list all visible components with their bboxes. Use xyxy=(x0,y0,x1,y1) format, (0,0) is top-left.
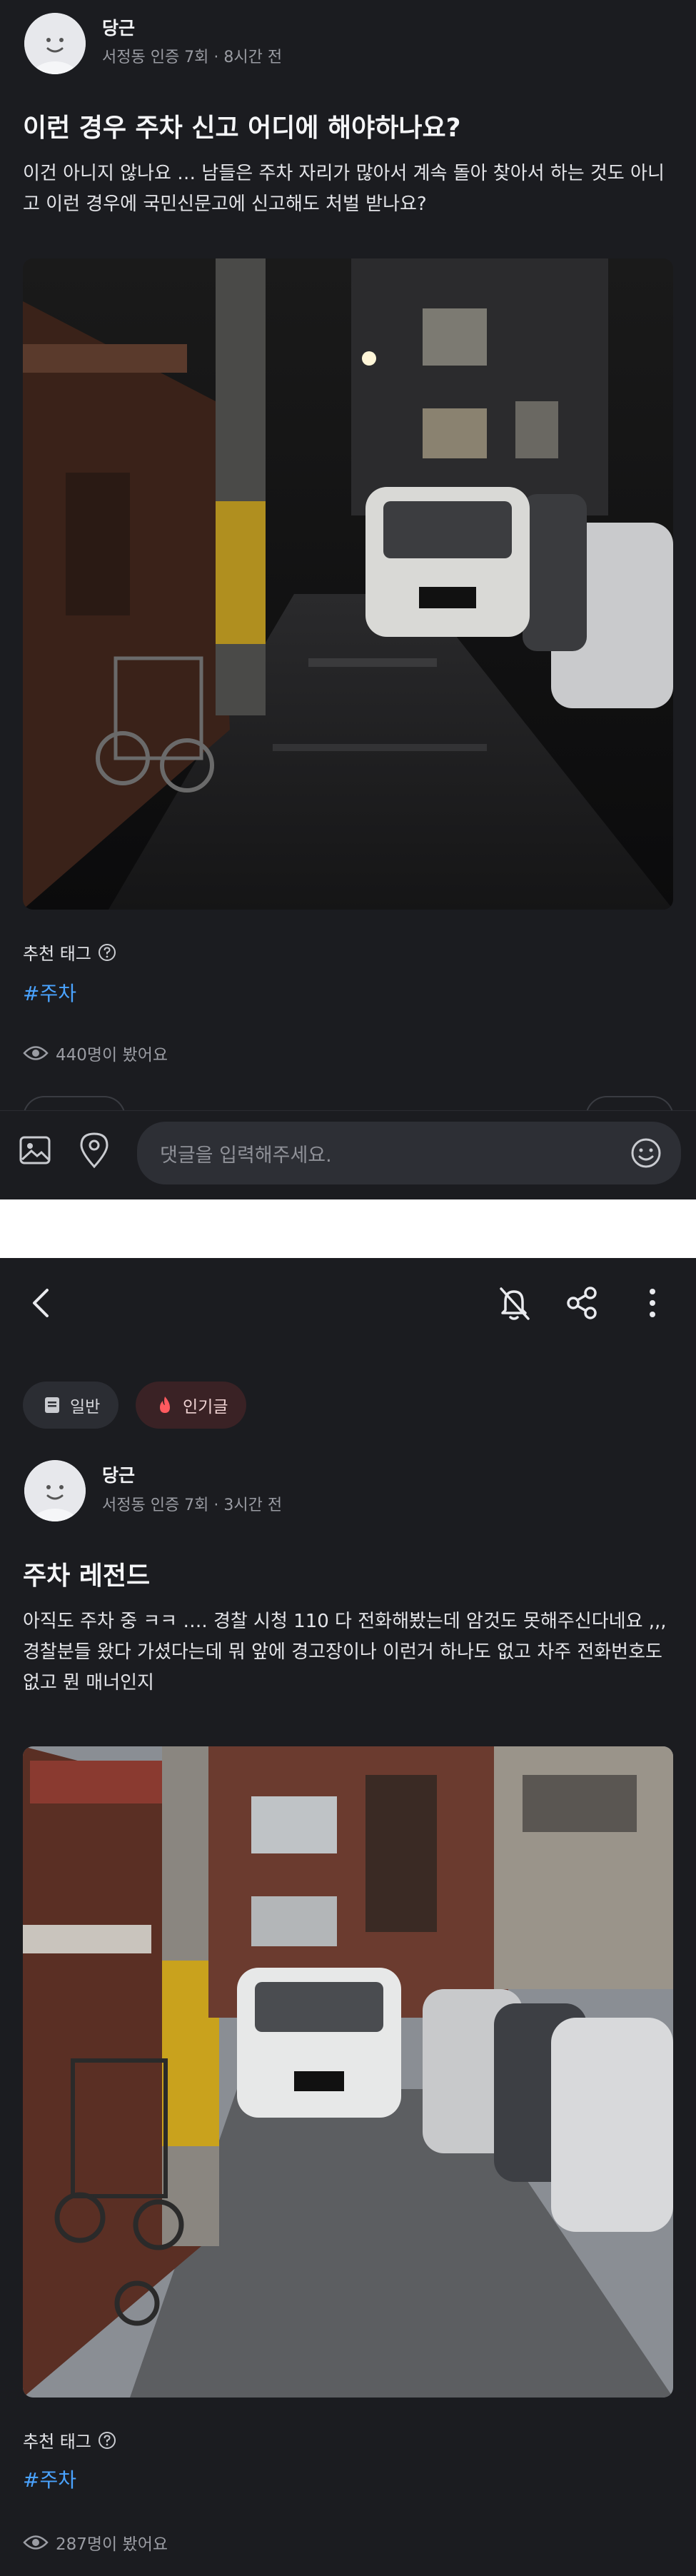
location-pin-icon xyxy=(80,1132,109,1169)
avatar-face-icon xyxy=(24,13,86,74)
post-photo[interactable] xyxy=(23,1746,673,2398)
bell-off-icon xyxy=(500,1287,530,1320)
photo-night-alley xyxy=(23,258,673,910)
view-count-text: 440명이 봤어요 xyxy=(56,1046,168,1065)
screenshot-divider xyxy=(0,1199,696,1258)
post-body: 아직도 주차 중 ㅋㅋ …. 경찰 시청 110 다 전화해봤는데 암것도 못해… xyxy=(23,1611,667,1694)
question-circle-icon[interactable] xyxy=(97,942,117,962)
category-chip-general[interactable]: 일반 xyxy=(23,1382,119,1429)
eye-icon xyxy=(23,1046,49,1060)
view-count: 440명이 봤어요 xyxy=(23,1041,168,1065)
hashtag-link[interactable]: #주차 xyxy=(23,2465,76,2493)
comment-bar: 댓글을 입력해주세요. xyxy=(0,1110,696,1197)
author-meta: 서정동 인증 7회 · 8시간 전 xyxy=(102,49,283,66)
author-avatar[interactable] xyxy=(24,13,86,74)
question-circle-icon[interactable] xyxy=(97,2430,117,2450)
chip-general-label: 일반 xyxy=(70,1398,101,1417)
notification-off-button[interactable] xyxy=(493,1282,535,1324)
author-meta: 서정동 인증 7회 · 3시간 전 xyxy=(102,1496,283,1514)
post-title: 이런 경우 주차 신고 어디에 해야하나요? xyxy=(23,114,461,143)
recommended-tag-label: 추천 태그 xyxy=(23,2427,117,2452)
photo-day-alley xyxy=(23,1746,673,2398)
hashtag-link[interactable]: #주차 xyxy=(23,978,76,1007)
location-button[interactable] xyxy=(75,1129,114,1171)
avatar-face-icon xyxy=(24,1460,86,1521)
share-icon xyxy=(567,1287,597,1319)
gallery-button[interactable] xyxy=(16,1131,54,1169)
view-count: 287명이 봤어요 xyxy=(23,2530,168,2555)
recommended-tag-label: 추천 태그 xyxy=(23,940,117,965)
post-title: 주차 레전드 xyxy=(23,1561,151,1591)
author-name[interactable]: 당근 xyxy=(102,14,135,40)
chip-popular-label: 인기글 xyxy=(183,1398,228,1417)
author-avatar[interactable] xyxy=(24,1460,86,1521)
more-button[interactable] xyxy=(631,1282,674,1324)
post-body: 이건 아니지 않나요 … 남들은 주차 자리가 많아서 계속 돌아 찾아서 하는… xyxy=(23,163,665,215)
share-button[interactable] xyxy=(560,1282,603,1324)
post-photo[interactable] xyxy=(23,258,673,910)
author-name[interactable]: 당근 xyxy=(102,1461,135,1487)
comment-placeholder: 댓글을 입력해주세요. xyxy=(160,1144,332,1167)
recommended-tag-text: 추천 태그 xyxy=(23,944,91,964)
smile-icon[interactable] xyxy=(628,1135,664,1171)
document-icon xyxy=(45,1397,59,1413)
recommended-tag-text: 추천 태그 xyxy=(23,2432,91,2452)
comment-input[interactable]: 댓글을 입력해주세요. xyxy=(137,1122,681,1184)
eye-icon xyxy=(23,2535,49,2550)
image-icon xyxy=(19,1136,51,1164)
back-button[interactable] xyxy=(20,1282,63,1324)
more-vertical-icon xyxy=(650,1289,655,1317)
view-count-text: 287명이 봤어요 xyxy=(56,2535,168,2554)
chevron-left-icon xyxy=(33,1289,49,1317)
fire-icon xyxy=(160,1397,170,1413)
category-chip-popular[interactable]: 인기글 xyxy=(136,1382,247,1429)
